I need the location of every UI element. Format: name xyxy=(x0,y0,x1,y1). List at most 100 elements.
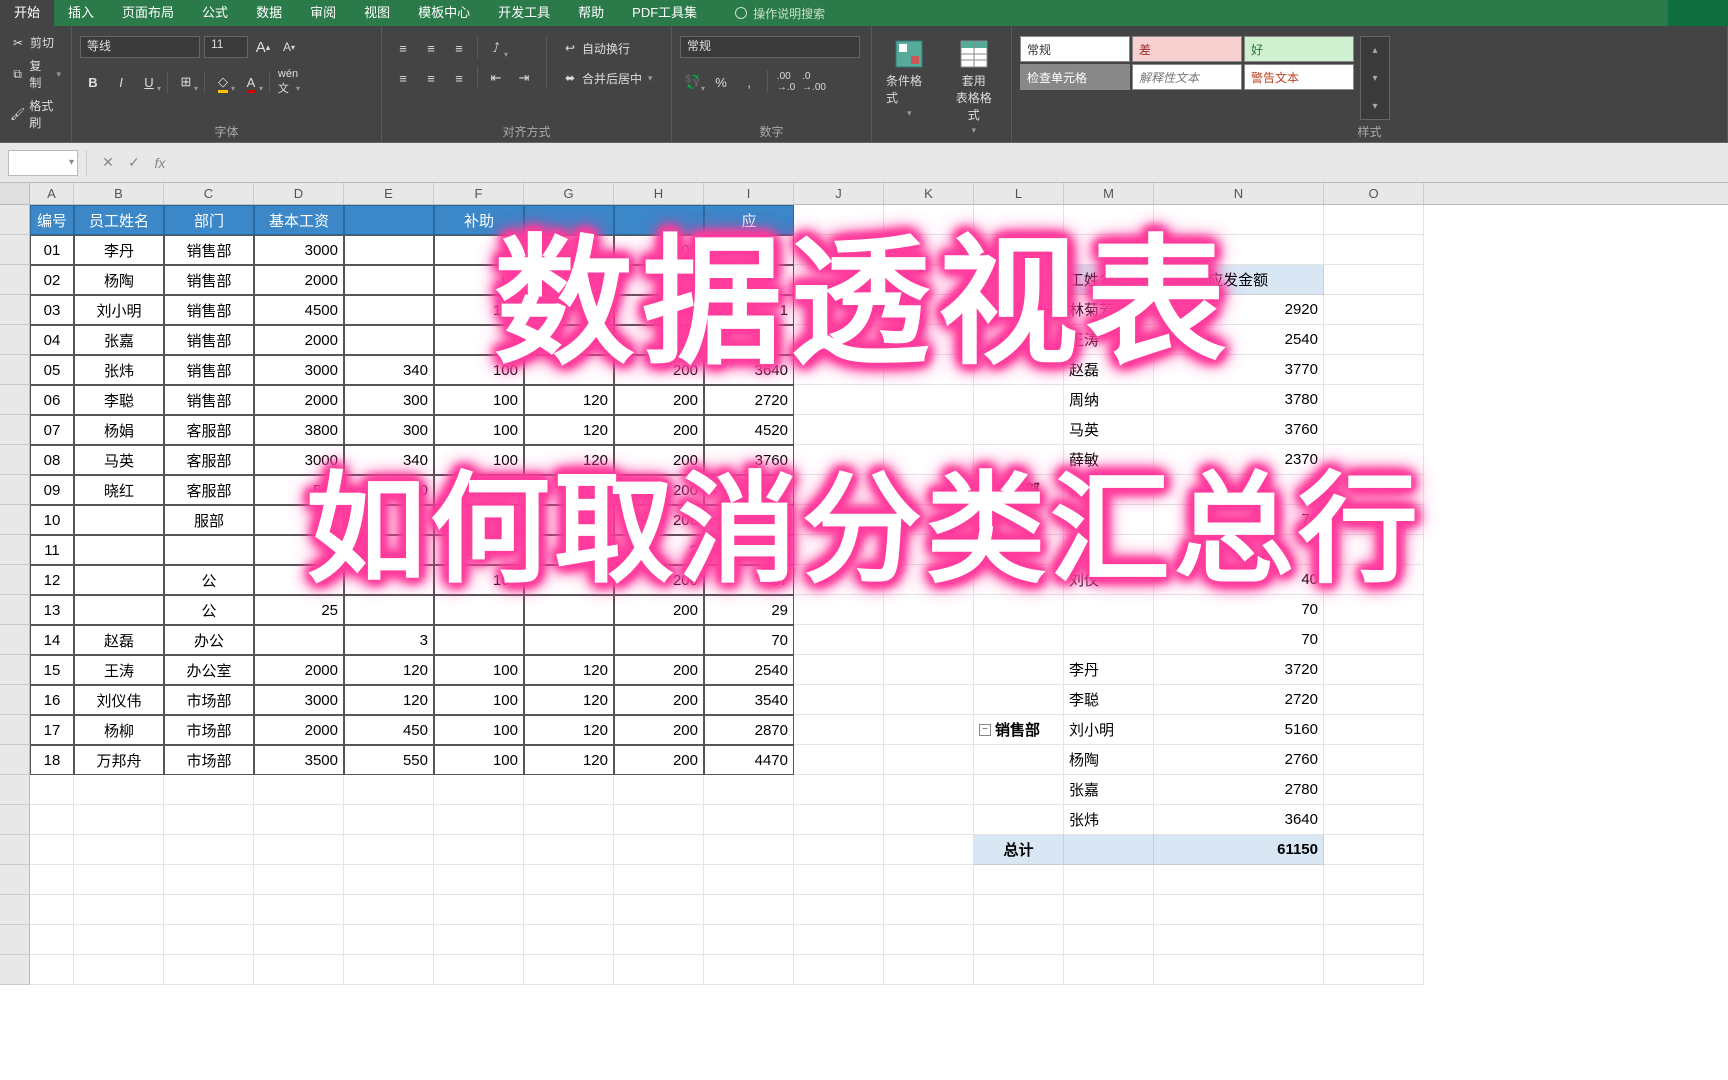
cell[interactable]: 3540 xyxy=(704,685,794,715)
cell[interactable] xyxy=(974,805,1064,835)
cell[interactable] xyxy=(254,895,344,925)
tab-start[interactable]: 开始 xyxy=(0,0,54,26)
cell[interactable] xyxy=(974,295,1064,325)
cell[interactable] xyxy=(974,625,1064,655)
cell[interactable]: 3720 xyxy=(1154,655,1324,685)
font-size-select[interactable]: 11 xyxy=(204,36,248,58)
cell[interactable] xyxy=(524,925,614,955)
cell[interactable]: 04 xyxy=(30,325,74,355)
cell[interactable] xyxy=(1154,895,1324,925)
col-header-H[interactable]: H xyxy=(614,183,704,204)
align-right-button[interactable]: ≡ xyxy=(446,66,472,90)
row-header[interactable] xyxy=(0,655,30,685)
cell[interactable]: 100 xyxy=(434,445,524,475)
cell[interactable]: 1 xyxy=(434,325,524,355)
collapse-icon[interactable]: − xyxy=(979,724,991,736)
name-box[interactable] xyxy=(8,150,78,176)
cell[interactable] xyxy=(1154,955,1324,985)
style-bad[interactable]: 差 xyxy=(1132,36,1242,62)
cell[interactable]: 340 xyxy=(344,445,434,475)
cell[interactable] xyxy=(1154,235,1324,265)
cell[interactable]: 2780 xyxy=(1154,775,1324,805)
cell[interactable] xyxy=(1324,445,1424,475)
cell[interactable]: 120 xyxy=(524,715,614,745)
cell[interactable]: 晓红 xyxy=(74,475,164,505)
cell[interactable] xyxy=(974,865,1064,895)
fx-button[interactable]: fx xyxy=(147,150,173,176)
col-header-B[interactable]: B xyxy=(74,183,164,204)
cell[interactable] xyxy=(884,925,974,955)
cell[interactable]: 120 xyxy=(524,415,614,445)
tab-template[interactable]: 模板中心 xyxy=(404,0,484,26)
cell[interactable]: 2760 xyxy=(1154,745,1324,775)
cell[interactable]: 客服部 xyxy=(164,445,254,475)
cell[interactable]: 11 xyxy=(30,535,74,565)
cell[interactable] xyxy=(794,565,884,595)
cell[interactable] xyxy=(74,775,164,805)
col-header-A[interactable]: A xyxy=(30,183,74,204)
cell[interactable]: 销售部 xyxy=(164,355,254,385)
cell[interactable]: 3500 xyxy=(254,745,344,775)
cell[interactable] xyxy=(1324,895,1424,925)
cell[interactable]: 张嘉 xyxy=(1064,775,1154,805)
percent-button[interactable]: % xyxy=(708,70,734,94)
cell[interactable] xyxy=(1064,865,1154,895)
cell[interactable]: 3000 xyxy=(254,355,344,385)
tab-dev[interactable]: 开发工具 xyxy=(484,0,564,26)
cell[interactable] xyxy=(884,475,974,505)
row-header[interactable] xyxy=(0,475,30,505)
italic-button[interactable]: I xyxy=(108,70,134,94)
font-color-button[interactable]: A▾ xyxy=(238,70,264,94)
cell[interactable] xyxy=(614,895,704,925)
cell[interactable] xyxy=(30,955,74,985)
cell[interactable] xyxy=(1154,865,1324,895)
cell[interactable] xyxy=(704,325,794,355)
tab-insert[interactable]: 插入 xyxy=(54,0,108,26)
cell[interactable] xyxy=(344,235,434,265)
cell[interactable]: 办公室 xyxy=(164,655,254,685)
pivot-filter-button[interactable]: ▾ xyxy=(1118,273,1132,287)
col-header-K[interactable]: K xyxy=(884,183,974,204)
cell[interactable]: 3000 xyxy=(254,235,344,265)
cell[interactable]: 3640 xyxy=(704,355,794,385)
cell[interactable] xyxy=(974,655,1064,685)
cell[interactable] xyxy=(1154,925,1324,955)
row-header[interactable] xyxy=(0,775,30,805)
cell[interactable] xyxy=(884,355,974,385)
decrease-font-button[interactable]: A▾ xyxy=(278,36,300,58)
cell[interactable] xyxy=(1324,535,1424,565)
cell[interactable] xyxy=(1064,235,1154,265)
cell[interactable] xyxy=(344,925,434,955)
cell[interactable]: 340 xyxy=(344,355,434,385)
cell[interactable]: 01 xyxy=(30,235,74,265)
cell[interactable]: 部门 xyxy=(164,205,254,235)
select-all-corner[interactable] xyxy=(0,183,30,204)
cell[interactable] xyxy=(884,265,974,295)
cell[interactable] xyxy=(884,205,974,235)
cell[interactable]: 3000 xyxy=(254,445,344,475)
cell[interactable]: 市场部 xyxy=(164,685,254,715)
cell[interactable] xyxy=(884,745,974,775)
cell[interactable] xyxy=(344,835,434,865)
cell[interactable] xyxy=(344,535,434,565)
cell[interactable] xyxy=(434,775,524,805)
align-top-button[interactable]: ≡ xyxy=(390,36,416,60)
cell[interactable]: 刘仪伟 xyxy=(74,685,164,715)
cell[interactable]: 销售部 xyxy=(164,295,254,325)
cell[interactable] xyxy=(614,775,704,805)
cell[interactable]: 3780 xyxy=(1154,385,1324,415)
cell[interactable]: 客服部 xyxy=(164,475,254,505)
cell[interactable] xyxy=(884,295,974,325)
cell[interactable] xyxy=(164,955,254,985)
row-header[interactable] xyxy=(0,295,30,325)
cell[interactable]: 120 xyxy=(524,745,614,775)
cell[interactable]: 林菊芳 xyxy=(1064,295,1154,325)
cell[interactable] xyxy=(974,595,1064,625)
cell[interactable] xyxy=(794,415,884,445)
cell[interactable]: 编号 xyxy=(30,205,74,235)
cell[interactable] xyxy=(254,805,344,835)
cell[interactable]: 祝 xyxy=(1064,535,1154,565)
cell[interactable]: 16 xyxy=(30,685,74,715)
cell[interactable] xyxy=(344,295,434,325)
cell[interactable]: 18 xyxy=(30,745,74,775)
